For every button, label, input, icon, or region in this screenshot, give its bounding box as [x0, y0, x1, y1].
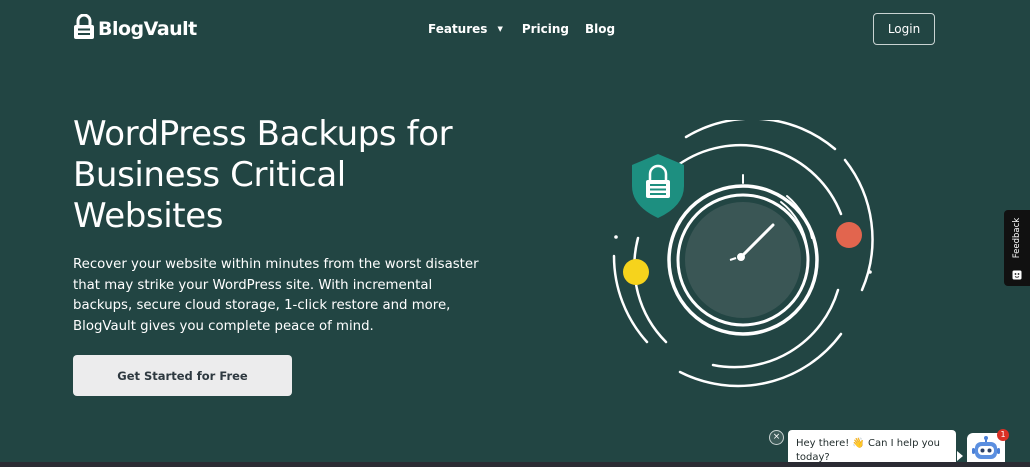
nav-features[interactable]: Features ▼ [428, 22, 503, 36]
nav-features-label: Features [428, 22, 488, 36]
backup-gauge-illustration [612, 120, 874, 388]
close-icon[interactable]: × [769, 430, 784, 445]
nav-pricing[interactable]: Pricing [522, 22, 569, 36]
hero-title: WordPress Backups for Business Critical … [73, 114, 453, 236]
bottom-strip [0, 462, 1030, 467]
hero-description: Recover your website within minutes from… [73, 257, 479, 334]
feedback-label: Feedback [1012, 217, 1022, 259]
lock-logo-icon [73, 13, 95, 44]
nav-blog[interactable]: Blog [585, 22, 615, 36]
login-button[interactable]: Login [873, 13, 935, 45]
get-started-button[interactable]: Get Started for Free [73, 355, 292, 396]
chat-bubble-tail [957, 451, 963, 461]
brand-name: BlogVault [98, 18, 197, 40]
feedback-tab[interactable]: Feedback [1004, 210, 1030, 286]
brand-logo[interactable]: BlogVault [73, 13, 197, 44]
chevron-down-icon: ▼ [497, 25, 503, 33]
feedback-icon [1012, 265, 1022, 284]
main-nav: Features ▼ Pricing Blog [428, 22, 615, 36]
notification-badge: 1 [997, 429, 1009, 441]
